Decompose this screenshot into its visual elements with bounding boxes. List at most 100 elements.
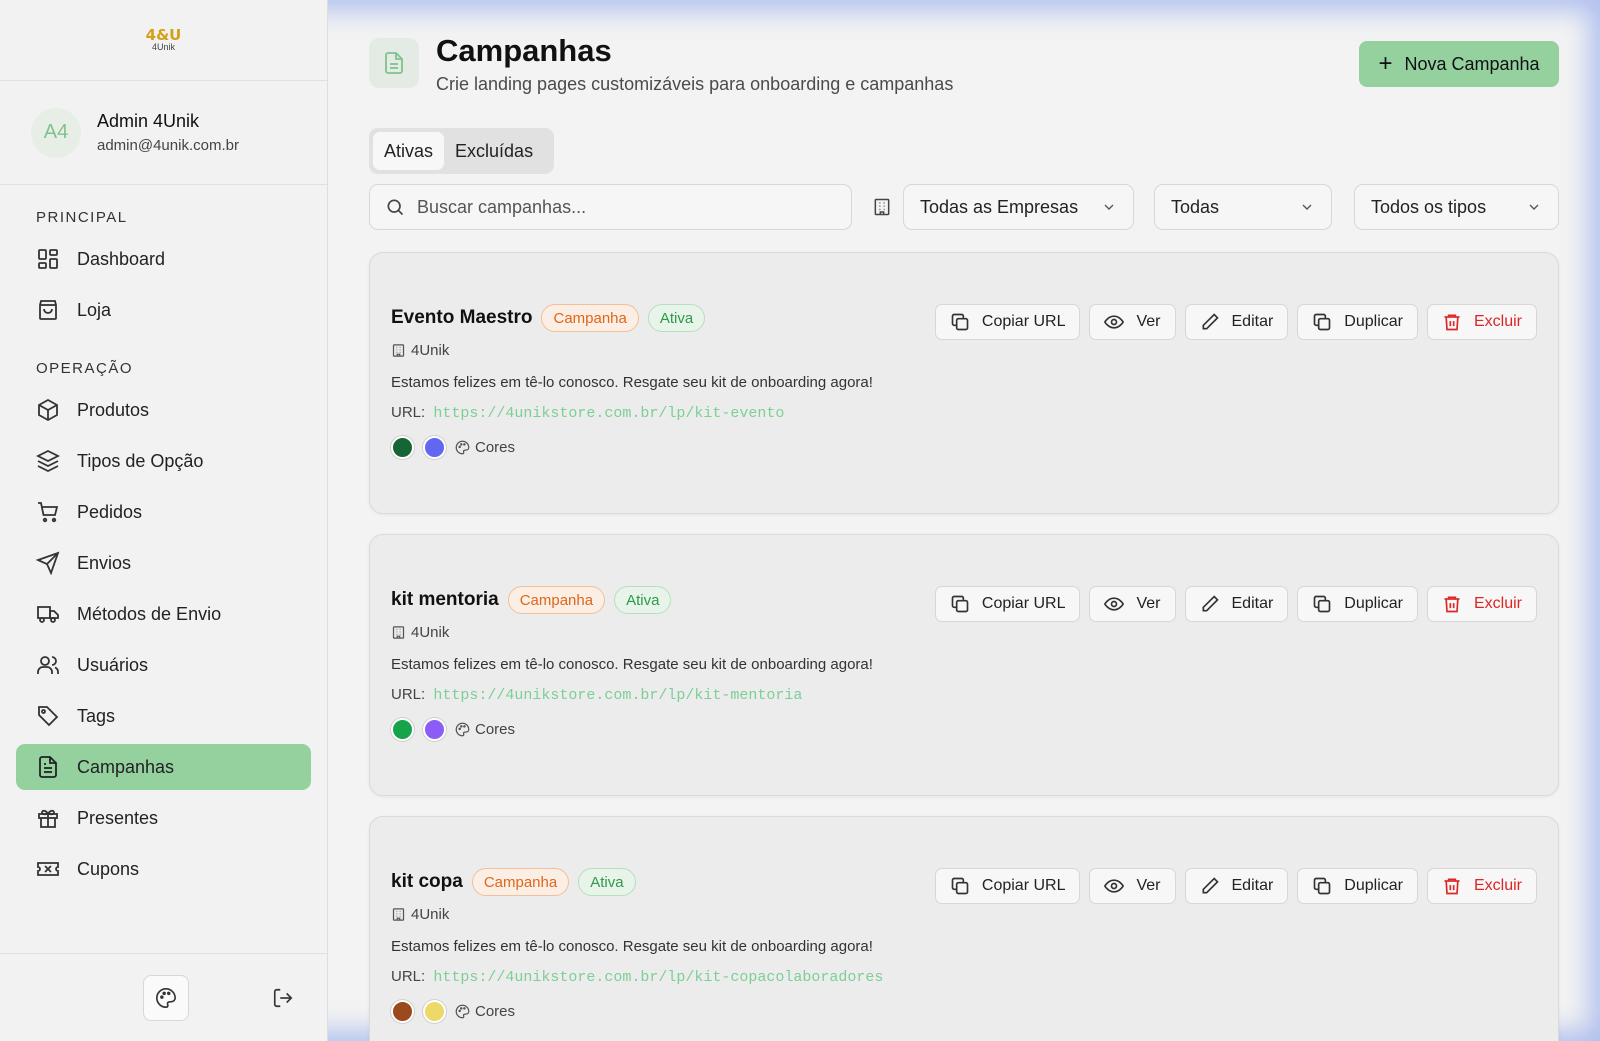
status-select-value: Todas bbox=[1171, 196, 1220, 217]
tab-excluidas[interactable]: Excluídas bbox=[444, 132, 544, 170]
copy-url-button[interactable]: Copiar URL bbox=[934, 586, 1081, 622]
company-name: 4Unik bbox=[411, 342, 450, 359]
sidebar-item-tipos-de-opcao[interactable]: Tipos de Opção bbox=[16, 438, 311, 484]
new-campaign-button[interactable]: + Nova Campanha bbox=[1359, 41, 1559, 87]
campaign-card: kit mentoria Campanha Ativa 4Unik Estamo… bbox=[369, 534, 1559, 796]
sidebar-item-cupons[interactable]: Cupons bbox=[16, 846, 311, 892]
campaign-description: Estamos felizes em tê-lo conosco. Resgat… bbox=[391, 938, 873, 955]
copy-url-label: Copiar URL bbox=[981, 595, 1066, 612]
sidebar-item-envios[interactable]: Envios bbox=[16, 540, 311, 586]
primary-color-swatch bbox=[391, 436, 414, 459]
card-title-row: Evento Maestro Campanha Ativa bbox=[391, 304, 714, 332]
secondary-color-swatch bbox=[423, 436, 446, 459]
main-content: Campanhas Crie landing pages customizáve… bbox=[369, 0, 1559, 1041]
search-icon bbox=[387, 199, 404, 216]
view-button[interactable]: Ver bbox=[1089, 868, 1176, 904]
palette-icon bbox=[455, 1004, 470, 1019]
delete-button[interactable]: Excluir bbox=[1426, 304, 1537, 340]
copy-url-button[interactable]: Copiar URL bbox=[934, 304, 1081, 340]
sidebar-item-pedidos[interactable]: Pedidos bbox=[16, 489, 311, 535]
logo[interactable]: 4&U 4Unik bbox=[0, 0, 327, 81]
status-select[interactable]: Todas bbox=[1154, 184, 1332, 230]
delete-button[interactable]: Excluir bbox=[1426, 868, 1537, 904]
secondary-color-swatch bbox=[423, 1000, 446, 1023]
theme-button[interactable] bbox=[143, 975, 189, 1021]
colors-label: Cores bbox=[455, 721, 515, 738]
trash-icon bbox=[1444, 596, 1460, 613]
duplicate-button[interactable]: Duplicar bbox=[1297, 304, 1418, 340]
sidebar-item-label: Loja bbox=[77, 299, 112, 320]
tag-icon bbox=[38, 706, 59, 727]
page-title: Campanhas bbox=[436, 33, 612, 68]
building-icon bbox=[392, 344, 405, 357]
sidebar-item-metodos-de-envio[interactable]: Métodos de Envio bbox=[16, 591, 311, 637]
search-box bbox=[369, 184, 852, 230]
type-select[interactable]: Todos os tipos bbox=[1354, 184, 1559, 230]
palette-icon bbox=[156, 988, 176, 1008]
box-icon bbox=[38, 398, 58, 422]
sidebar-item-loja[interactable]: Loja bbox=[16, 287, 311, 333]
send-icon bbox=[36, 551, 60, 575]
url-label: URL: bbox=[391, 404, 426, 421]
copy-icon bbox=[951, 877, 969, 895]
edit-label: Editar bbox=[1231, 877, 1274, 894]
company-select[interactable]: Todas as Empresas bbox=[903, 184, 1134, 230]
url-label: URL: bbox=[391, 968, 426, 985]
user-name: Admin 4Unik bbox=[97, 111, 200, 131]
view-button[interactable]: Ver bbox=[1089, 586, 1176, 622]
campaign-url-link[interactable]: https://4unikstore.com.br/lp/kit-mentori… bbox=[433, 687, 802, 704]
delete-label: Excluir bbox=[1473, 595, 1522, 612]
duplicate-button[interactable]: Duplicar bbox=[1297, 868, 1418, 904]
campaign-card: kit copa Campanha Ativa 4Unik Estamos fe… bbox=[369, 816, 1559, 1041]
sidebar-item-label: Campanhas bbox=[77, 756, 175, 777]
edit-button[interactable]: Editar bbox=[1184, 586, 1289, 622]
type-select-value: Todos os tipos bbox=[1371, 196, 1487, 217]
edit-button[interactable]: Editar bbox=[1184, 868, 1289, 904]
delete-button[interactable]: Excluir bbox=[1426, 586, 1537, 622]
sidebar-footer bbox=[0, 953, 327, 1041]
campaign-url-link[interactable]: https://4unikstore.com.br/lp/kit-copacol… bbox=[433, 969, 883, 986]
copy-icon bbox=[1313, 313, 1331, 331]
sidebar-item-dashboard[interactable]: Dashboard bbox=[16, 236, 311, 282]
edit-label: Editar bbox=[1231, 595, 1274, 612]
campaign-colors: Cores bbox=[391, 718, 515, 741]
sidebar-item-tags[interactable]: Tags bbox=[16, 693, 311, 739]
truck-icon bbox=[37, 606, 59, 623]
card-actions: Copiar URL Ver Editar Duplicar Excluir bbox=[926, 868, 1537, 904]
building-icon bbox=[874, 198, 890, 216]
eye-icon bbox=[1104, 315, 1125, 329]
logo-mark: 4&U bbox=[145, 26, 182, 44]
pencil-icon bbox=[1202, 595, 1219, 612]
sidebar-item-campanhas[interactable]: Campanhas bbox=[16, 744, 311, 790]
campaign-url: URL: https://4unikstore.com.br/lp/kit-co… bbox=[391, 968, 883, 986]
sidebar-item-label: Métodos de Envio bbox=[77, 603, 222, 624]
duplicate-button[interactable]: Duplicar bbox=[1297, 586, 1418, 622]
tab-ativas[interactable]: Ativas bbox=[373, 132, 445, 170]
sidebar-item-usuarios[interactable]: Usuários bbox=[16, 642, 311, 688]
secondary-color-swatch bbox=[423, 718, 446, 741]
campaign-url-link[interactable]: https://4unikstore.com.br/lp/kit-evento bbox=[433, 405, 784, 422]
sidebar-item-label: Usuários bbox=[77, 654, 149, 675]
sidebar-item-label: Dashboard bbox=[77, 248, 166, 269]
copy-url-label: Copiar URL bbox=[981, 877, 1066, 894]
palette-icon bbox=[455, 440, 470, 455]
view-label: Ver bbox=[1136, 313, 1161, 330]
copy-icon bbox=[1313, 877, 1331, 895]
search-input[interactable] bbox=[417, 196, 837, 218]
copy-url-button[interactable]: Copiar URL bbox=[934, 868, 1081, 904]
chevron-down-icon bbox=[1529, 204, 1539, 210]
campaign-description: Estamos felizes em tê-lo conosco. Resgat… bbox=[391, 374, 873, 391]
pencil-icon bbox=[1202, 877, 1219, 894]
card-title-row: kit mentoria Campanha Ativa bbox=[391, 586, 680, 614]
building-icon bbox=[392, 626, 405, 639]
sidebar: 4&U 4Unik A4 Admin 4Unik admin@4unik.com… bbox=[0, 0, 328, 1041]
edit-button[interactable]: Editar bbox=[1184, 304, 1289, 340]
sidebar-item-produtos[interactable]: Produtos bbox=[16, 387, 311, 433]
logout-button[interactable] bbox=[260, 975, 306, 1021]
duplicate-label: Duplicar bbox=[1344, 595, 1403, 612]
sidebar-item-presentes[interactable]: Presentes bbox=[16, 795, 311, 841]
shopping-bag-icon bbox=[39, 300, 57, 320]
view-button[interactable]: Ver bbox=[1089, 304, 1176, 340]
colors-label-text: Cores bbox=[475, 439, 516, 456]
delete-label: Excluir bbox=[1473, 877, 1522, 894]
